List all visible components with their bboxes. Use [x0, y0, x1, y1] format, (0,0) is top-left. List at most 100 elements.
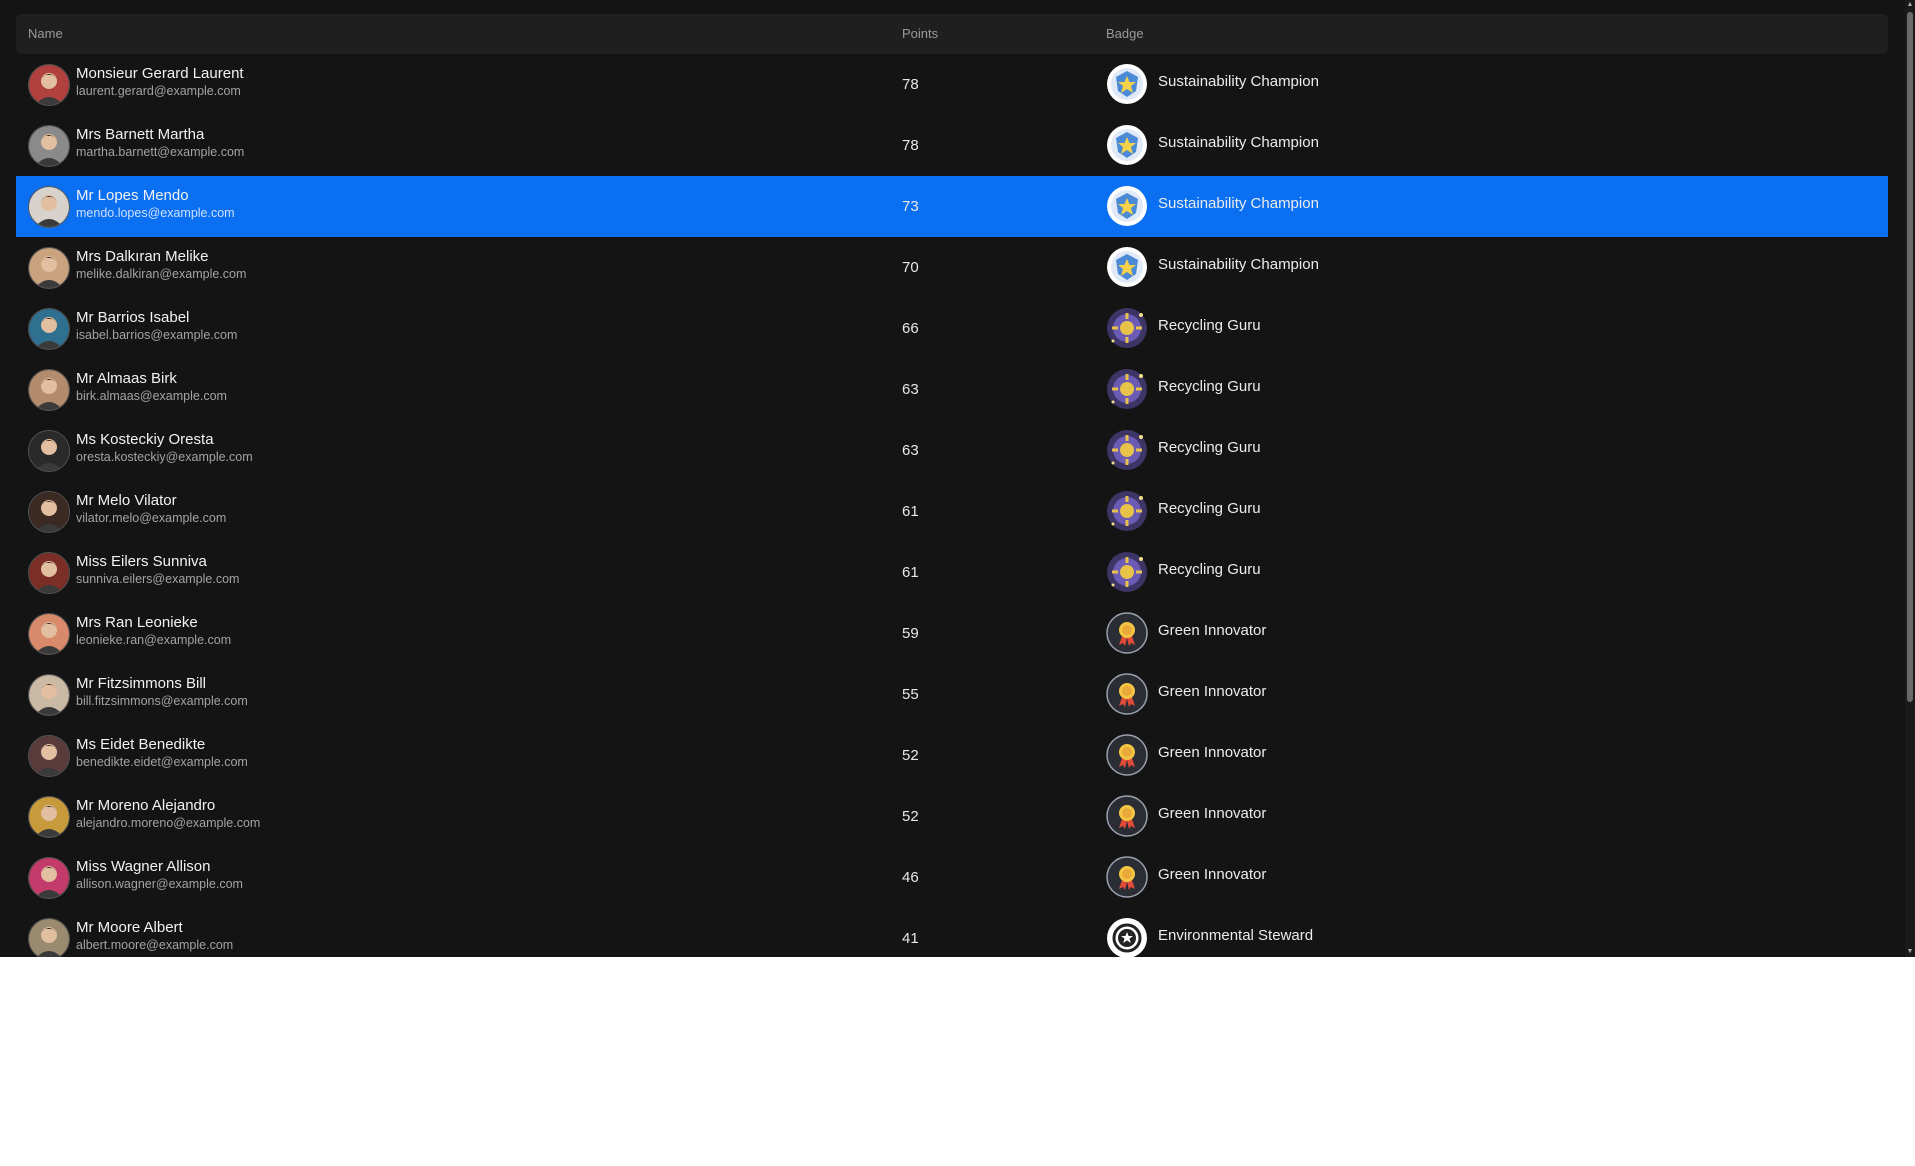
- table-row[interactable]: Mr Barrios Isabel isabel.barrios@example.…: [16, 298, 1888, 359]
- avatar: [28, 247, 70, 289]
- avatar: [28, 308, 70, 350]
- points-value: 63: [902, 381, 919, 398]
- points-value: 73: [902, 198, 919, 215]
- points-value: 78: [902, 76, 919, 93]
- badge-label: Green Innovator: [1158, 683, 1267, 700]
- points-value: 46: [902, 869, 919, 886]
- badge-label: Green Innovator: [1158, 744, 1267, 761]
- purple-sun-badge-icon: [1106, 429, 1148, 471]
- user-name: Miss Wagner Allison: [76, 858, 211, 875]
- points-value: 52: [902, 808, 919, 825]
- user-name: Mr Moore Albert: [76, 919, 183, 936]
- avatar: [28, 491, 70, 533]
- avatar: [28, 369, 70, 411]
- user-email: mendo.lopes@example.com: [76, 206, 235, 220]
- table-row[interactable]: Mr Moore Albert albert.moore@example.com 4…: [16, 908, 1888, 957]
- user-email: martha.barnett@example.com: [76, 145, 245, 159]
- user-name: Mr Almaas Birk: [76, 370, 177, 387]
- avatar: [28, 735, 70, 777]
- user-email: isabel.barrios@example.com: [76, 328, 238, 342]
- avatar: [28, 430, 70, 472]
- user-name: Mrs Barnett Martha: [76, 126, 205, 143]
- ribbon-medal-badge-icon: [1106, 795, 1148, 837]
- user-email: alejandro.moreno@example.com: [76, 816, 261, 830]
- user-name: Miss Eilers Sunniva: [76, 553, 207, 570]
- table-body: Monsieur Gerard Laurent laurent.gerard@ex…: [16, 54, 1888, 957]
- user-email: albert.moore@example.com: [76, 938, 234, 952]
- avatar: [28, 64, 70, 106]
- column-header-points[interactable]: Points: [902, 14, 938, 54]
- points-value: 61: [902, 503, 919, 520]
- purple-sun-badge-icon: [1106, 551, 1148, 593]
- table-row[interactable]: Mrs Barnett Martha martha.barnett@example…: [16, 115, 1888, 176]
- table-row[interactable]: Miss Eilers Sunniva sunniva.eilers@exampl…: [16, 542, 1888, 603]
- avatar: [28, 186, 70, 228]
- table-row[interactable]: Mr Lopes Mendo mendo.lopes@example.com 73 S…: [16, 176, 1888, 237]
- purple-sun-badge-icon: [1106, 490, 1148, 532]
- vertical-scrollbar[interactable]: ▲ ▼: [1905, 0, 1915, 957]
- ribbon-medal-badge-icon: [1106, 673, 1148, 715]
- ribbon-medal-badge-icon: [1106, 856, 1148, 898]
- points-value: 63: [902, 442, 919, 459]
- avatar: [28, 613, 70, 655]
- points-value: 55: [902, 686, 919, 703]
- user-email: leonieke.ran@example.com: [76, 633, 232, 647]
- scroll-up-arrow-icon[interactable]: ▲: [1905, 0, 1915, 10]
- table-row[interactable]: Mr Moreno Alejandro alejandro.moreno@exam…: [16, 786, 1888, 847]
- scroll-down-arrow-icon[interactable]: ▼: [1905, 947, 1915, 957]
- badge-label: Recycling Guru: [1158, 439, 1261, 456]
- leaderboard-table: Name Points Badge Monsieur Gerard Lauren…: [16, 14, 1888, 957]
- table-row[interactable]: Ms Kosteckiy Oresta oresta.kosteckiy@exam…: [16, 420, 1888, 481]
- points-value: 59: [902, 625, 919, 642]
- shield-star-badge-icon: [1106, 246, 1148, 288]
- column-header-name[interactable]: Name: [28, 14, 63, 54]
- points-value: 78: [902, 137, 919, 154]
- badge-label: Sustainability Champion: [1158, 256, 1319, 273]
- badge-label: Green Innovator: [1158, 622, 1267, 639]
- user-email: melike.dalkiran@example.com: [76, 267, 247, 281]
- points-value: 52: [902, 747, 919, 764]
- user-name: Mr Melo Vilator: [76, 492, 177, 509]
- badge-label: Green Innovator: [1158, 866, 1267, 883]
- points-value: 41: [902, 930, 919, 947]
- gear-star-badge-icon: [1106, 917, 1148, 957]
- user-name: Mrs Ran Leonieke: [76, 614, 198, 631]
- column-header-badge[interactable]: Badge: [1106, 14, 1144, 54]
- table-header: Name Points Badge: [16, 14, 1888, 54]
- user-email: oresta.kosteckiy@example.com: [76, 450, 253, 464]
- badge-label: Environmental Steward: [1158, 927, 1314, 944]
- ribbon-medal-badge-icon: [1106, 612, 1148, 654]
- user-name: Mr Fitzsimmons Bill: [76, 675, 206, 692]
- badge-label: Sustainability Champion: [1158, 195, 1319, 212]
- table-row[interactable]: Mrs Ran Leonieke leonieke.ran@example.com…: [16, 603, 1888, 664]
- user-email: birk.almaas@example.com: [76, 389, 227, 403]
- user-name: Mrs Dalkıran Melike: [76, 248, 209, 265]
- badge-label: Recycling Guru: [1158, 317, 1261, 334]
- table-row[interactable]: Monsieur Gerard Laurent laurent.gerard@ex…: [16, 54, 1888, 115]
- points-value: 70: [902, 259, 919, 276]
- user-name: Monsieur Gerard Laurent: [76, 65, 244, 82]
- avatar: [28, 796, 70, 838]
- avatar: [28, 918, 70, 957]
- scrollbar-thumb[interactable]: [1907, 12, 1913, 702]
- avatar: [28, 674, 70, 716]
- badge-label: Recycling Guru: [1158, 500, 1261, 517]
- badge-label: Sustainability Champion: [1158, 73, 1319, 90]
- user-name: Mr Lopes Mendo: [76, 187, 189, 204]
- table-row[interactable]: Mr Almaas Birk birk.almaas@example.com 63 R…: [16, 359, 1888, 420]
- purple-sun-badge-icon: [1106, 368, 1148, 410]
- table-row[interactable]: Ms Eidet Benedikte benedikte.eidet@exampl…: [16, 725, 1888, 786]
- table-row[interactable]: Miss Wagner Allison allison.wagner@exampl…: [16, 847, 1888, 908]
- user-email: vilator.melo@example.com: [76, 511, 227, 525]
- shield-star-badge-icon: [1106, 124, 1148, 166]
- purple-sun-badge-icon: [1106, 307, 1148, 349]
- user-email: benedikte.eidet@example.com: [76, 755, 248, 769]
- table-row[interactable]: Mr Fitzsimmons Bill bill.fitzsimmons@exam…: [16, 664, 1888, 725]
- table-row[interactable]: Mrs Dalkıran Melike melike.dalkiran@examp…: [16, 237, 1888, 298]
- user-name: Ms Kosteckiy Oresta: [76, 431, 214, 448]
- table-row[interactable]: Mr Melo Vilator vilator.melo@example.com 6…: [16, 481, 1888, 542]
- user-name: Mr Barrios Isabel: [76, 309, 190, 326]
- user-email: allison.wagner@example.com: [76, 877, 243, 891]
- user-email: sunniva.eilers@example.com: [76, 572, 240, 586]
- ribbon-medal-badge-icon: [1106, 734, 1148, 776]
